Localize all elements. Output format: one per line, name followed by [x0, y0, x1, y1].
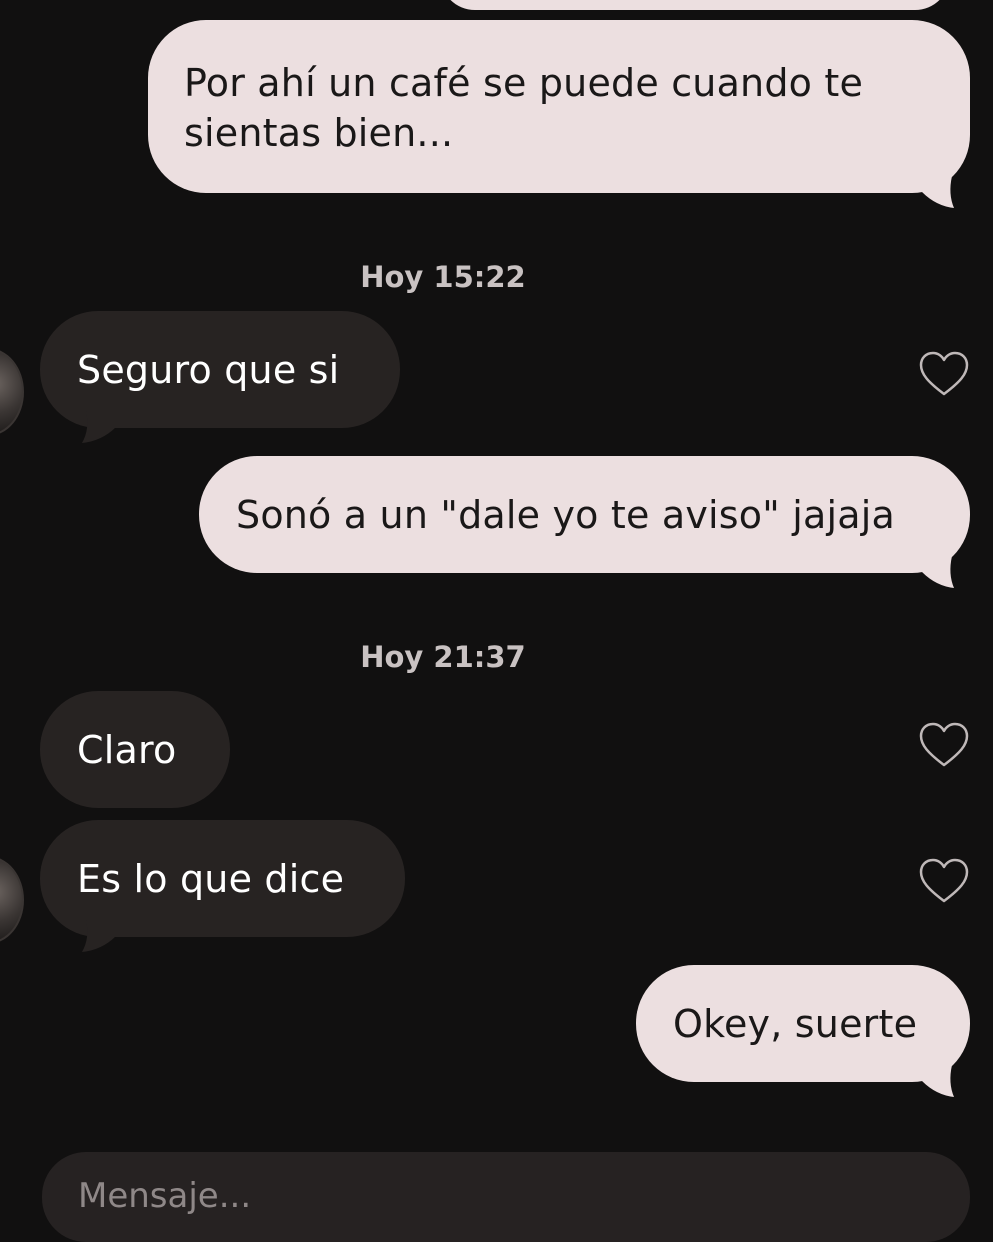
previous-sent-bubble-partial [440, 0, 950, 10]
heart-outline-icon[interactable] [918, 857, 970, 905]
contact-avatar[interactable] [0, 856, 24, 944]
sent-bubble-tail [922, 1065, 954, 1097]
sent-bubble-tail [922, 556, 954, 588]
timestamp-divider: Hoy 15:22 [360, 260, 526, 294]
sent-message-bubble[interactable]: Okey, suerte [636, 965, 970, 1082]
received-bubble-tail [82, 411, 116, 443]
received-message-bubble[interactable]: Claro [40, 691, 230, 808]
sent-message-bubble[interactable]: Por ahí un café se puede cuando te sient… [148, 20, 970, 193]
message-input[interactable]: Mensaje... [42, 1152, 970, 1242]
heart-outline-icon[interactable] [918, 721, 970, 769]
heart-outline-icon[interactable] [918, 350, 970, 398]
message-input-placeholder: Mensaje... [78, 1176, 252, 1216]
received-bubble-tail [82, 920, 116, 952]
sent-message-bubble[interactable]: Sonó a un "dale yo te aviso" jajaja [199, 456, 970, 573]
message-text: Sonó a un "dale yo te aviso" jajaja [236, 493, 895, 537]
message-text: Okey, suerte [673, 1002, 918, 1046]
timestamp-divider: Hoy 21:37 [360, 640, 526, 674]
message-text: Es lo que dice [77, 857, 345, 901]
message-text: Por ahí un café se puede cuando te sient… [184, 61, 864, 155]
message-text: Claro [77, 728, 177, 772]
sent-bubble-tail [922, 176, 954, 208]
message-text: Seguro que si [77, 348, 340, 392]
contact-avatar[interactable] [0, 348, 24, 436]
